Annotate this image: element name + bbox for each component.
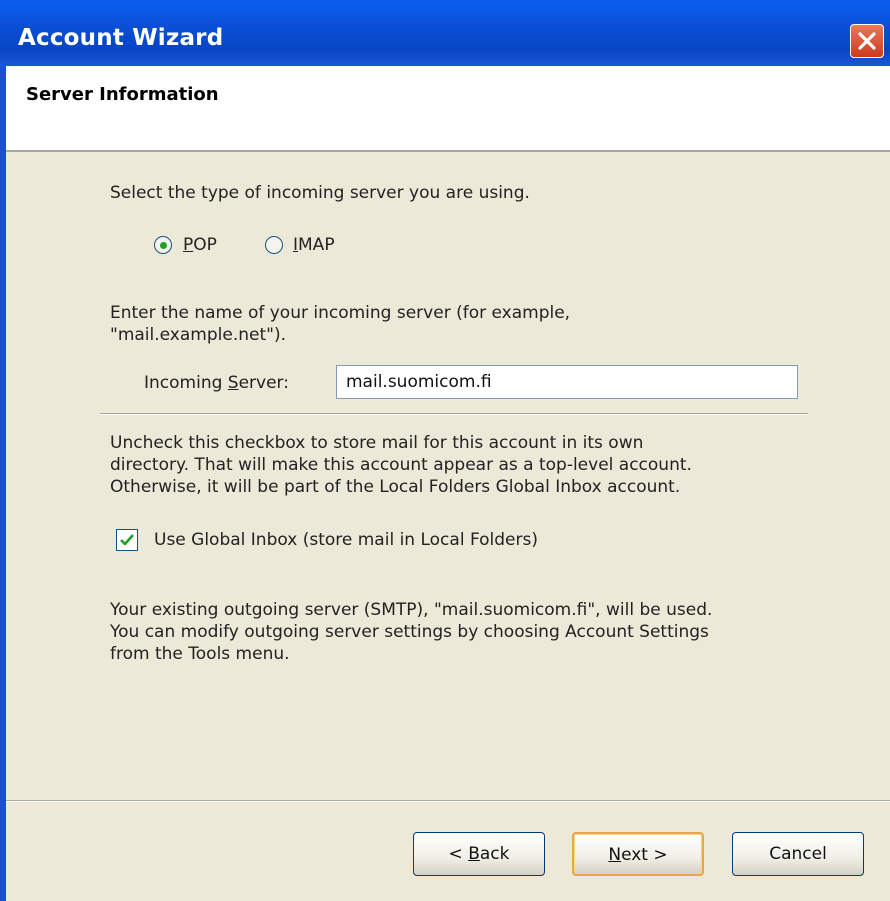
incoming-server-input[interactable]: mail.suomicom.fi [336, 365, 798, 399]
wizard-body: Select the type of incoming server you a… [0, 152, 890, 901]
incoming-server-prompt-line1: Enter the name of your incoming server (… [110, 303, 571, 323]
smtp-info-line2: You can modify outgoing server settings … [110, 622, 709, 642]
smtp-info-line3: from the Tools menu. [110, 644, 290, 664]
incoming-server-label: Incoming Server: [144, 373, 289, 393]
imap-radio[interactable] [265, 236, 283, 254]
cancel-button[interactable]: Cancel [732, 832, 864, 876]
global-inbox-desc-line2: directory. That will make this account a… [110, 455, 692, 475]
smtp-info-line1: Your existing outgoing server (SMTP), "m… [110, 600, 713, 620]
global-inbox-desc-line3: Otherwise, it will be part of the Local … [110, 477, 681, 497]
page-title: Server Information [26, 84, 219, 105]
pop-radio[interactable] [154, 236, 172, 254]
use-global-inbox-checkbox[interactable] [116, 529, 138, 551]
use-global-inbox-label[interactable]: Use Global Inbox (store mail in Local Fo… [154, 529, 538, 551]
server-type-prompt: Select the type of incoming server you a… [110, 183, 530, 203]
wizard-header: Server Information [0, 66, 890, 152]
radio-selected-dot [160, 242, 167, 249]
back-button[interactable]: < Back [413, 832, 545, 876]
close-button[interactable] [850, 24, 884, 58]
checkmark-icon [120, 534, 134, 546]
incoming-server-prompt-line2: "mail.example.net"). [110, 325, 286, 345]
window-title: Account Wizard [18, 25, 224, 51]
account-wizard-window: Account Wizard Server Information Select… [0, 0, 890, 901]
pop-radio-label[interactable]: POP [183, 234, 217, 256]
incoming-server-value: mail.suomicom.fi [346, 372, 492, 392]
close-icon [858, 32, 876, 50]
global-inbox-desc-line1: Uncheck this checkbox to store mail for … [110, 433, 644, 453]
imap-radio-label[interactable]: IMAP [293, 234, 335, 256]
footer-divider [6, 800, 890, 802]
section-divider [100, 413, 808, 415]
next-button[interactable]: Next > [572, 832, 704, 876]
title-bar[interactable]: Account Wizard [0, 0, 890, 66]
